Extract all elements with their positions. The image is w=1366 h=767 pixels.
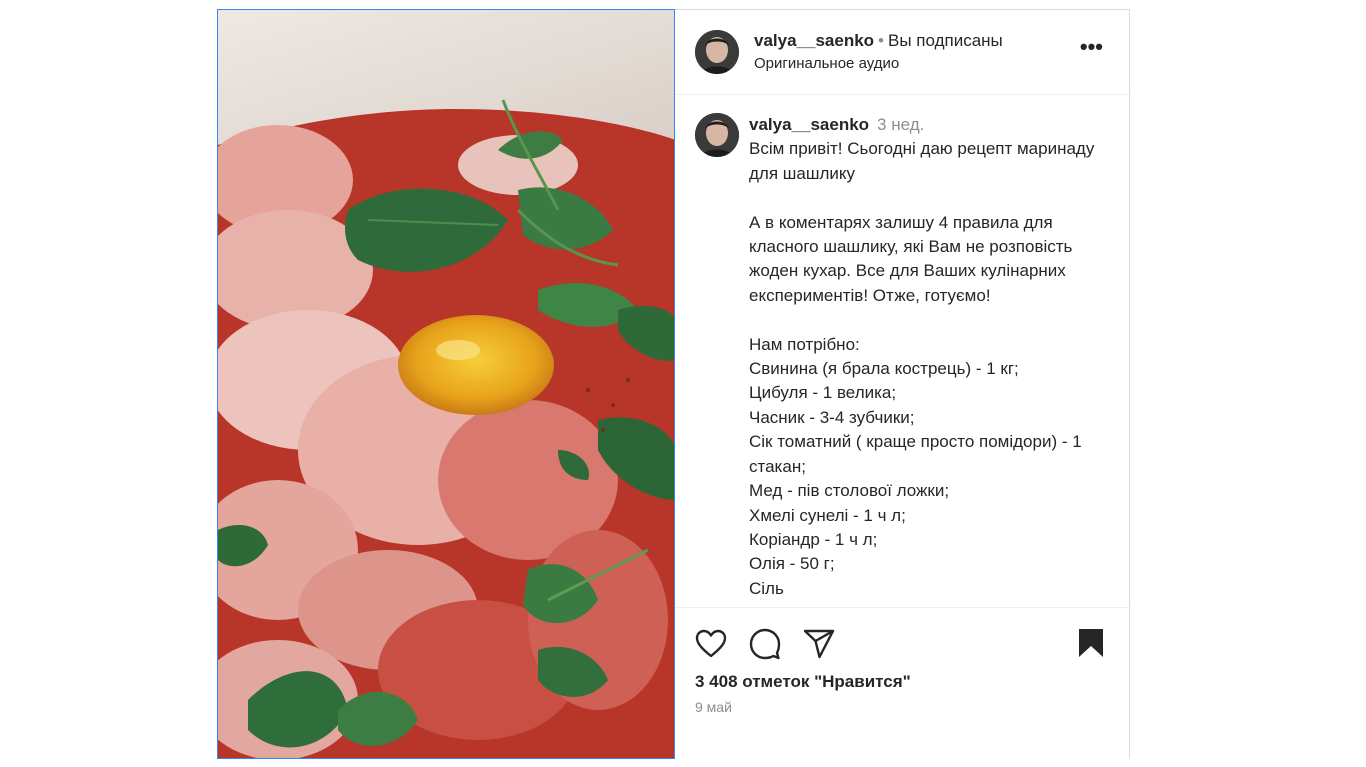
bookmark-icon[interactable] [1077, 628, 1105, 658]
action-bar [675, 608, 1129, 680]
post-video[interactable] [217, 9, 675, 759]
header-line: valya__saenko • Вы подписаны [754, 30, 1003, 52]
caption-avatar[interactable] [695, 113, 739, 157]
post-footer: 3 408 отметок "Нравится" 9 май [675, 607, 1129, 759]
caption-comment: valya__saenko 3 нед. Всім привіт! Сьогодн… [695, 113, 1109, 601]
caption-time[interactable]: 3 нед. [877, 115, 924, 134]
author-avatar[interactable] [695, 30, 739, 74]
post-details-panel: valya__saenko • Вы подписаны Оригинальное … [675, 9, 1130, 759]
paper-plane-icon[interactable] [803, 628, 835, 660]
audio-link[interactable]: Оригинальное аудио [754, 54, 1003, 74]
post-container: valya__saenko • Вы подписаны Оригинальное … [217, 9, 1130, 759]
caption-username[interactable]: valya__saenko [749, 115, 869, 134]
more-options-icon[interactable]: ••• [1080, 36, 1103, 58]
food-photo [218, 10, 674, 758]
separator-dot: • [878, 31, 884, 50]
follow-status[interactable]: Вы подписаны [888, 31, 1003, 50]
post-header: valya__saenko • Вы подписаны Оригинальное … [675, 10, 1129, 95]
header-text: valya__saenko • Вы подписаны Оригинальное … [754, 30, 1003, 74]
avatar-image [695, 30, 739, 74]
caption-text: Всім привіт! Сьогодні даю рецепт маринад… [749, 139, 1095, 598]
heart-icon[interactable] [695, 628, 727, 660]
caption-meta: valya__saenko 3 нед. [749, 113, 1109, 137]
caption-body: valya__saenko 3 нед. Всім привіт! Сьогодн… [749, 113, 1109, 601]
post-date[interactable]: 9 май [675, 699, 1129, 715]
comment-icon[interactable] [749, 628, 781, 660]
author-username[interactable]: valya__saenko [754, 31, 874, 50]
comments-section[interactable]: valya__saenko 3 нед. Всім привіт! Сьогодн… [675, 95, 1129, 607]
avatar-image [695, 113, 739, 157]
